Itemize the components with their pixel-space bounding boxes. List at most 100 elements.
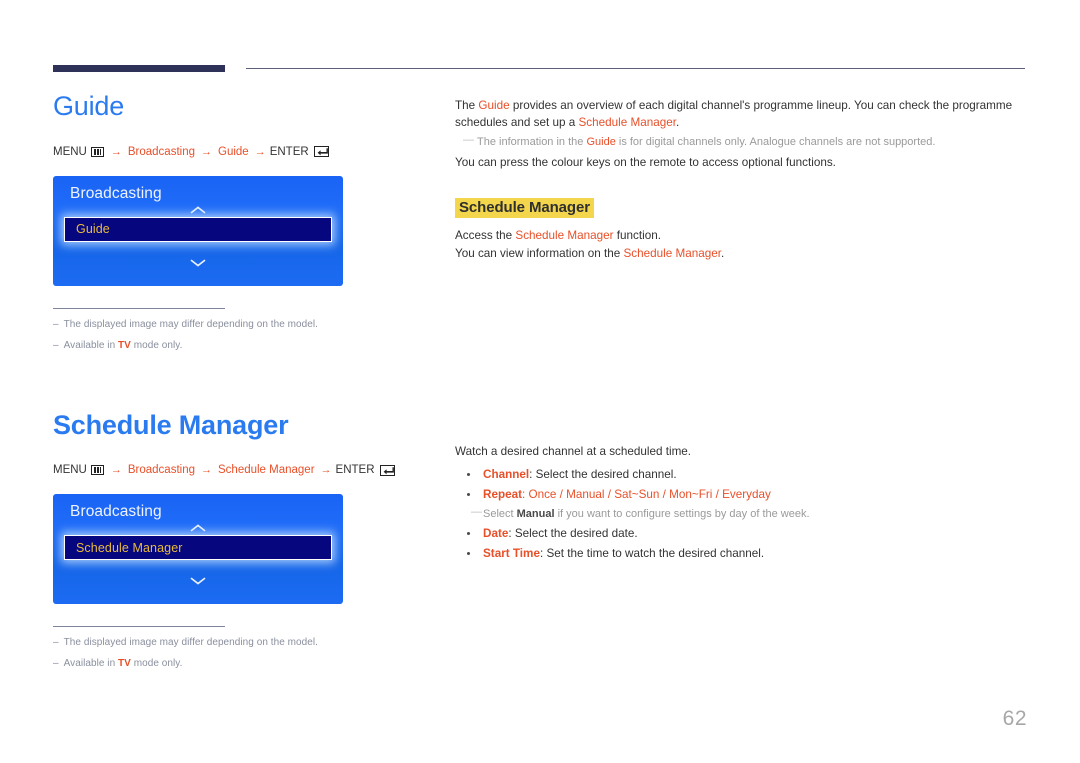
list-item: Channel: Select the desired channel. (455, 465, 1027, 485)
bullet-dot-icon (467, 493, 471, 497)
list-item: Repeat: Once / Manual / Sat~Sun / Mon~Fr… (455, 485, 1027, 505)
chevron-down-icon[interactable] (53, 256, 343, 269)
term-guide: Guide (586, 136, 616, 148)
bullet-key-date: Date (483, 527, 509, 540)
repeat-manual-note: — Select Manual if you want to configure … (455, 505, 1027, 524)
sched-line2-a: You can view information on the (455, 247, 624, 260)
menu-path-guide: MENU → Broadcasting → Guide → ENTER (53, 146, 433, 158)
enter-label: ENTER (335, 464, 375, 477)
term-schedule-manager: Schedule Manager (578, 115, 676, 129)
tv-menu-selected-label: Schedule Manager (76, 540, 183, 555)
term-manual: Manual (516, 508, 555, 520)
page-title-guide: Guide (53, 91, 125, 121)
bullet-key-start-time: Start Time (483, 547, 540, 560)
header-rule-thick (53, 65, 225, 72)
watch-block: Watch a desired channel at a scheduled t… (455, 444, 1027, 565)
footnote-rule (53, 307, 225, 309)
page-header-rule (53, 60, 1025, 76)
menu-label: MENU (53, 145, 87, 158)
breadcrumb-broadcasting[interactable]: Broadcasting (128, 146, 195, 158)
enter-return-icon (313, 146, 329, 158)
repeat-note-b: if you want to configure settings by day… (554, 508, 810, 520)
guide-desc-a: The (455, 99, 479, 112)
term-schedule-manager: Schedule Manager (515, 228, 614, 242)
schedule-view-line: You can view information on the Schedule… (455, 246, 1027, 263)
guide-description-paragraph: The Guide provides an overview of each d… (455, 98, 1027, 131)
bullet-key-repeat: Repeat (483, 488, 522, 501)
footnote-tvmode-post: mode only. (130, 658, 183, 670)
guide-digital-note: — The information in the Guide is for dig… (463, 134, 1027, 150)
watch-settings-list: Channel: Select the desired channel. Rep… (455, 465, 1027, 564)
footnote-tv-badge: TV (118, 339, 131, 351)
left-column: Guide MENU → Broadcasting → Guide → ENTE… (53, 91, 433, 669)
bullet-dot-icon (467, 532, 471, 536)
guide-desc-b: provides an overview of each digital cha… (455, 99, 1013, 129)
guide-note-a: The information in the (477, 136, 587, 148)
note-dash-icon: — (471, 506, 482, 518)
section-schedule-manager: Schedule Manager MENU → Broadcasting → S… (53, 409, 433, 669)
footnote-tvmode-post: mode only. (130, 339, 183, 351)
sched-line1-a: Access the (455, 228, 516, 242)
breadcrumb-broadcasting[interactable]: Broadcasting (128, 464, 195, 476)
right-column: The Guide provides an overview of each d… (455, 98, 1027, 564)
menu-label: MENU (53, 464, 87, 477)
list-item: Date: Select the desired date. (455, 524, 1027, 544)
page-number: 62 (1002, 707, 1027, 730)
guide-colour-keys-paragraph: You can press the colour keys on the rem… (455, 156, 836, 169)
menu-path-schedule-manager: MENU → Broadcasting → Schedule Manager →… (53, 464, 433, 476)
chevron-up-icon[interactable] (53, 521, 343, 534)
footnote-tvmode-pre: Available in (63, 658, 119, 670)
enter-return-icon (379, 464, 395, 476)
footnote-model: – The displayed image may differ dependin… (53, 319, 433, 330)
highlighted-heading-schedule-manager: Schedule Manager (455, 197, 594, 218)
tv-menu-mock-guide: Broadcasting Guide (53, 175, 343, 286)
header-rule-thin (246, 68, 1025, 69)
guide-desc-c: . (675, 115, 680, 129)
bullet-text-channel: Select the desired channel. (535, 468, 677, 481)
repeat-note-a: Select (483, 508, 517, 520)
bullet-text-start-time: Set the time to watch the desired channe… (546, 547, 765, 560)
tv-menu-mock-schedule-manager: Broadcasting Schedule Manager (53, 494, 343, 605)
path-arrow-2: → (201, 464, 212, 477)
term-guide: Guide (478, 99, 510, 112)
list-item: Start Time: Set the time to watch the de… (455, 544, 1027, 564)
tv-menu-title: Broadcasting (70, 503, 162, 521)
path-arrow-2: → (201, 145, 212, 158)
bullet-dot-icon (467, 473, 471, 477)
footnote-dash: – (53, 658, 59, 670)
footnote-model-text: The displayed image may differ depending… (63, 637, 318, 649)
path-arrow-1: → (110, 145, 122, 158)
menu-grid-icon (90, 146, 104, 157)
chevron-down-icon[interactable] (53, 574, 343, 587)
bullet-key-channel: Channel (483, 468, 530, 481)
note-dash-icon: — (463, 134, 474, 146)
footnote-tvmode: – Available in TV mode only. (53, 340, 433, 351)
sched-line2-b: . (720, 247, 725, 260)
enter-label: ENTER (269, 145, 309, 158)
path-arrow-3: → (320, 464, 332, 477)
path-arrow-3: → (254, 145, 266, 158)
footnote-model-text: The displayed image may differ depending… (63, 318, 318, 330)
schedule-access-line: Access the Schedule Manager function. (455, 228, 1027, 245)
guide-note-b: is for digital channels only. Analogue c… (615, 136, 936, 148)
footnote-tvmode: – Available in TV mode only. (53, 658, 433, 669)
tv-menu-selected-label: Guide (76, 222, 110, 237)
footnote-dash: – (53, 339, 59, 351)
bullet-options-repeat: Once / Manual / Sat~Sun / Mon~Fri / Ever… (528, 488, 771, 501)
path-arrow-1: → (110, 464, 122, 477)
page-title-schedule-manager: Schedule Manager (53, 409, 289, 440)
section-guide: Guide MENU → Broadcasting → Guide → ENTE… (53, 91, 433, 351)
sched-line1-b: function. (613, 228, 661, 242)
breadcrumb-guide[interactable]: Guide (218, 146, 249, 158)
footnote-rule (53, 626, 225, 628)
tv-menu-selected-row[interactable]: Schedule Manager (64, 535, 332, 561)
bullet-text-date: Select the desired date. (514, 527, 638, 540)
tv-menu-title: Broadcasting (70, 184, 162, 202)
tv-menu-selected-row[interactable]: Guide (64, 216, 332, 242)
footnote-model: – The displayed image may differ dependin… (53, 637, 433, 648)
bullet-dot-icon (467, 552, 471, 556)
footnote-dash: – (53, 637, 59, 649)
breadcrumb-schedule-manager[interactable]: Schedule Manager (218, 464, 315, 476)
chevron-up-icon[interactable] (53, 203, 343, 216)
footnote-tvmode-pre: Available in (63, 339, 119, 351)
